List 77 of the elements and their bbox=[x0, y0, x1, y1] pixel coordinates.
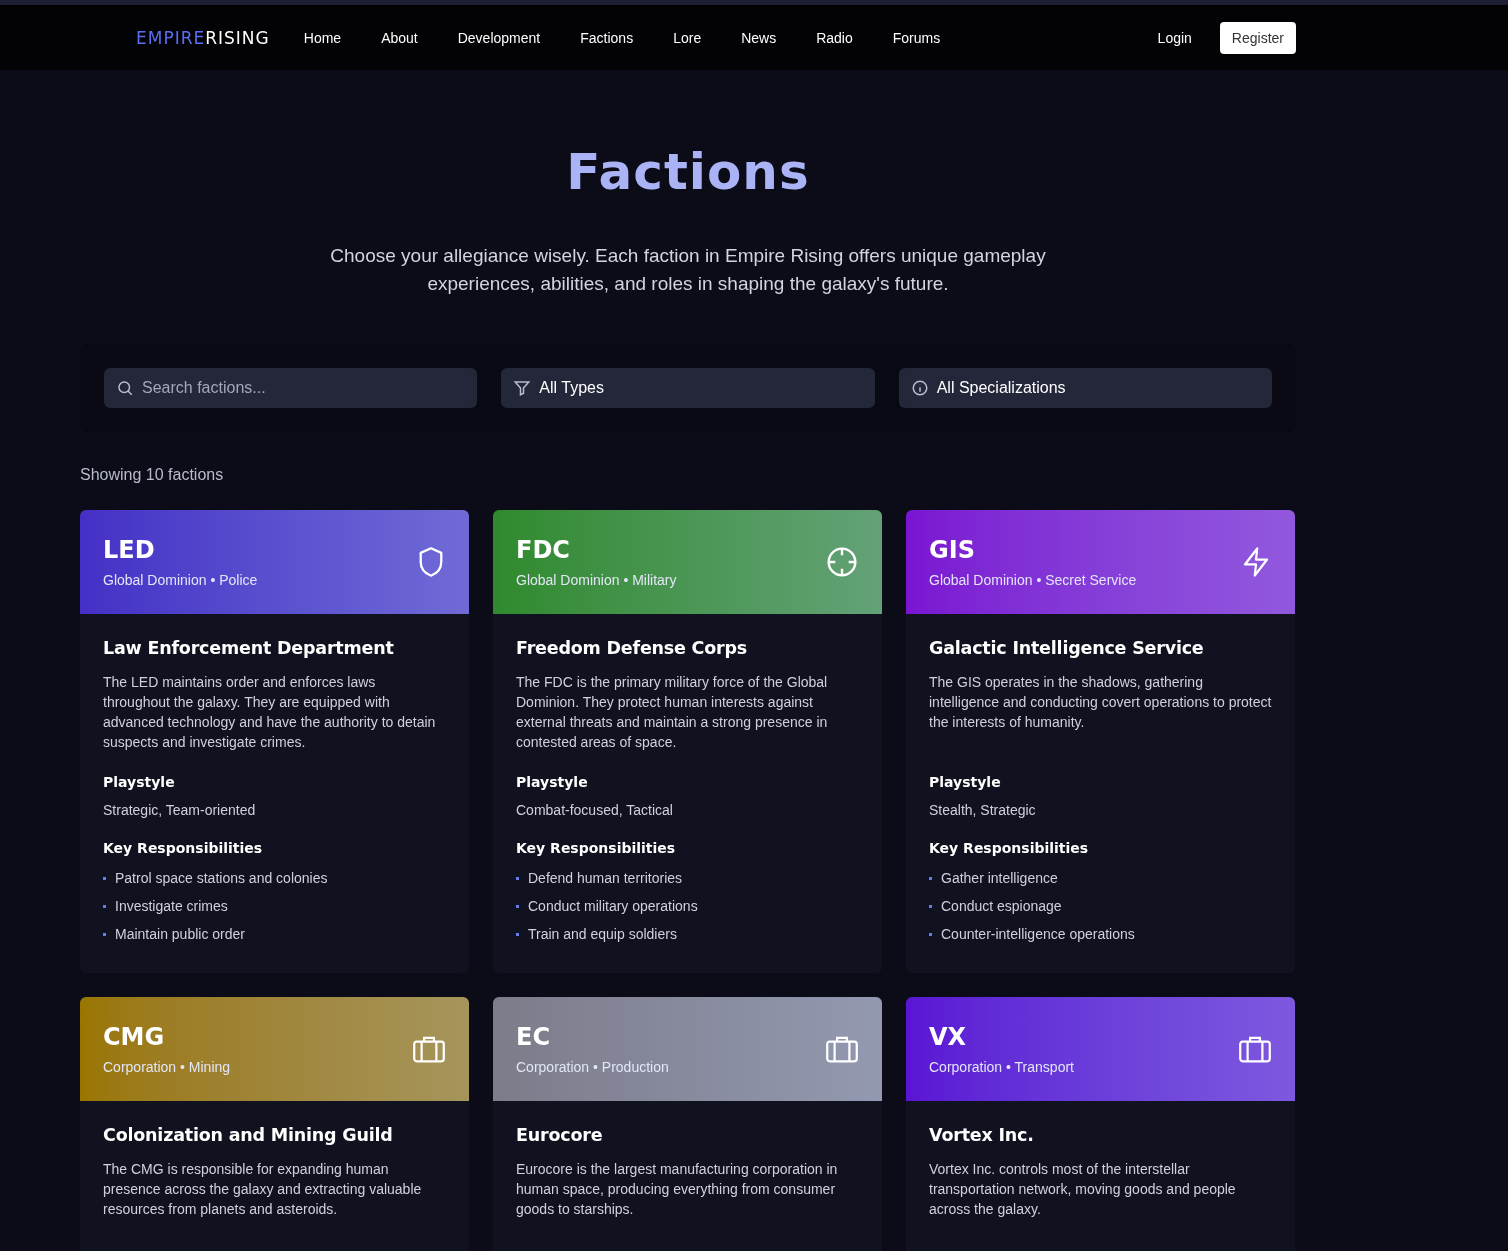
nav-link[interactable]: Radio bbox=[816, 29, 853, 46]
faction-name: Galactic Intelligence Service bbox=[929, 638, 1205, 658]
responsibility-item: Investigate crimes bbox=[115, 898, 228, 914]
faction-description: Eurocore is the largest manufacturing corporation in human space, producing everything from consumer goods to starships. bbox=[516, 1160, 839, 1219]
faction-tagline: Global Dominion • Secret Service bbox=[929, 572, 1137, 588]
faction-description: The FDC is the primary military force of the Global Dominion. They protect human interests against external threats and maintain a strong presence in contested areas of space. bbox=[516, 673, 829, 752]
playstyle-text: Strategic, Team-oriented bbox=[103, 802, 257, 818]
responsibility-item: Gather intelligence bbox=[941, 870, 1058, 886]
bullet-icon bbox=[516, 876, 519, 880]
info-icon bbox=[910, 379, 929, 397]
bullet-icon bbox=[103, 932, 106, 936]
filter-icon bbox=[513, 379, 532, 397]
responsibility-item: Defend human territories bbox=[528, 870, 683, 886]
bullet-icon bbox=[516, 932, 519, 936]
responsibility-item: Conduct espionage bbox=[941, 898, 1062, 914]
faction-tagline: Corporation • Mining bbox=[103, 1059, 231, 1075]
login-link[interactable]: Login bbox=[1157, 29, 1192, 46]
nav-link[interactable]: About bbox=[381, 29, 418, 46]
faction-tagline: Global Dominion • Military bbox=[516, 572, 677, 588]
crosshair-icon bbox=[826, 546, 858, 578]
faction-code: VX bbox=[929, 1023, 968, 1051]
faction-code: LED bbox=[103, 536, 156, 564]
faction-code: GIS bbox=[929, 536, 976, 564]
bullet-icon bbox=[929, 904, 932, 908]
briefcase-icon bbox=[826, 1035, 858, 1063]
responsibilities-heading: Key Responsibilities bbox=[516, 840, 677, 856]
nav-link[interactable]: Factions bbox=[580, 29, 634, 46]
bullet-icon bbox=[516, 904, 519, 908]
playstyle-text: Combat-focused, Tactical bbox=[516, 802, 674, 818]
faction-tagline: Global Dominion • Police bbox=[103, 572, 258, 588]
bullet-icon bbox=[929, 876, 932, 880]
lightning-icon bbox=[1241, 546, 1271, 578]
type-dropdown[interactable]: All Types bbox=[501, 368, 875, 408]
faction-description: The CMG is responsible for expanding human presence across the galaxy and extracting valuable resources from planets and asteroids. bbox=[103, 1160, 423, 1219]
faction-name: Vortex Inc. bbox=[929, 1125, 1035, 1145]
logo[interactable]: EMPIRERISING bbox=[136, 27, 270, 48]
page-subtitle: Choose your allegiance wisely. Each faction in Empire Rising offers unique gameplay experiences, abilities, and roles in shaping the galaxy's future. bbox=[329, 244, 1047, 296]
page-title: Factions bbox=[565, 142, 811, 202]
specialization-dropdown[interactable]: All Specializations bbox=[898, 368, 1272, 408]
faction-name: Eurocore bbox=[516, 1125, 604, 1145]
playstyle-heading: Playstyle bbox=[929, 774, 1002, 790]
responsibilities-heading: Key Responsibilities bbox=[103, 840, 264, 856]
responsibility-item: Maintain public order bbox=[115, 926, 245, 942]
playstyle-text: Stealth, Strategic bbox=[929, 802, 1037, 818]
responsibility-item: Conduct military operations bbox=[528, 898, 698, 914]
faction-code: EC bbox=[516, 1023, 551, 1051]
register-button[interactable]: Register bbox=[1219, 21, 1296, 54]
faction-name: Law Enforcement Department bbox=[103, 638, 395, 658]
search-field[interactable]: Search factions... bbox=[104, 368, 478, 408]
results-count: Showing 10 factions bbox=[80, 466, 225, 484]
faction-description: The LED maintains order and enforces laws throughout the galaxy. They are equipped with advanced technology and have the authority to detain suspects and investigate crimes. bbox=[103, 673, 437, 752]
briefcase-icon bbox=[413, 1035, 445, 1063]
responsibility-item: Counter-intelligence operations bbox=[941, 926, 1135, 942]
faction-description: Vortex Inc. controls most of the interstellar transportation network, moving goods and people across the galaxy. bbox=[929, 1160, 1237, 1219]
faction-name: Freedom Defense Corps bbox=[516, 638, 749, 658]
bullet-icon bbox=[929, 932, 932, 936]
faction-tagline: Corporation • Production bbox=[516, 1059, 669, 1075]
briefcase-icon bbox=[1239, 1035, 1271, 1063]
faction-code: CMG bbox=[103, 1023, 166, 1051]
shield-icon bbox=[417, 546, 445, 578]
nav-link[interactable]: Home bbox=[303, 29, 342, 46]
faction-code: FDC bbox=[516, 536, 571, 564]
nav-link[interactable]: Lore bbox=[673, 29, 702, 46]
responsibility-item: Patrol space stations and colonies bbox=[115, 870, 328, 886]
responsibilities-heading: Key Responsibilities bbox=[929, 840, 1090, 856]
bullet-icon bbox=[103, 904, 106, 908]
nav-link[interactable]: Forums bbox=[892, 29, 941, 46]
nav-link[interactable]: News bbox=[741, 29, 777, 46]
playstyle-heading: Playstyle bbox=[103, 774, 176, 790]
search-icon bbox=[116, 379, 134, 397]
faction-tagline: Corporation • Transport bbox=[929, 1059, 1074, 1075]
responsibility-item: Train and equip soldiers bbox=[528, 926, 677, 942]
faction-name: Colonization and Mining Guild bbox=[103, 1125, 394, 1145]
bullet-icon bbox=[103, 876, 106, 880]
nav-link[interactable]: Development bbox=[457, 29, 541, 46]
playstyle-heading: Playstyle bbox=[516, 774, 589, 790]
faction-description: The GIS operates in the shadows, gathering intelligence and conducting covert operations to protect the interests of humanity. bbox=[929, 673, 1272, 732]
